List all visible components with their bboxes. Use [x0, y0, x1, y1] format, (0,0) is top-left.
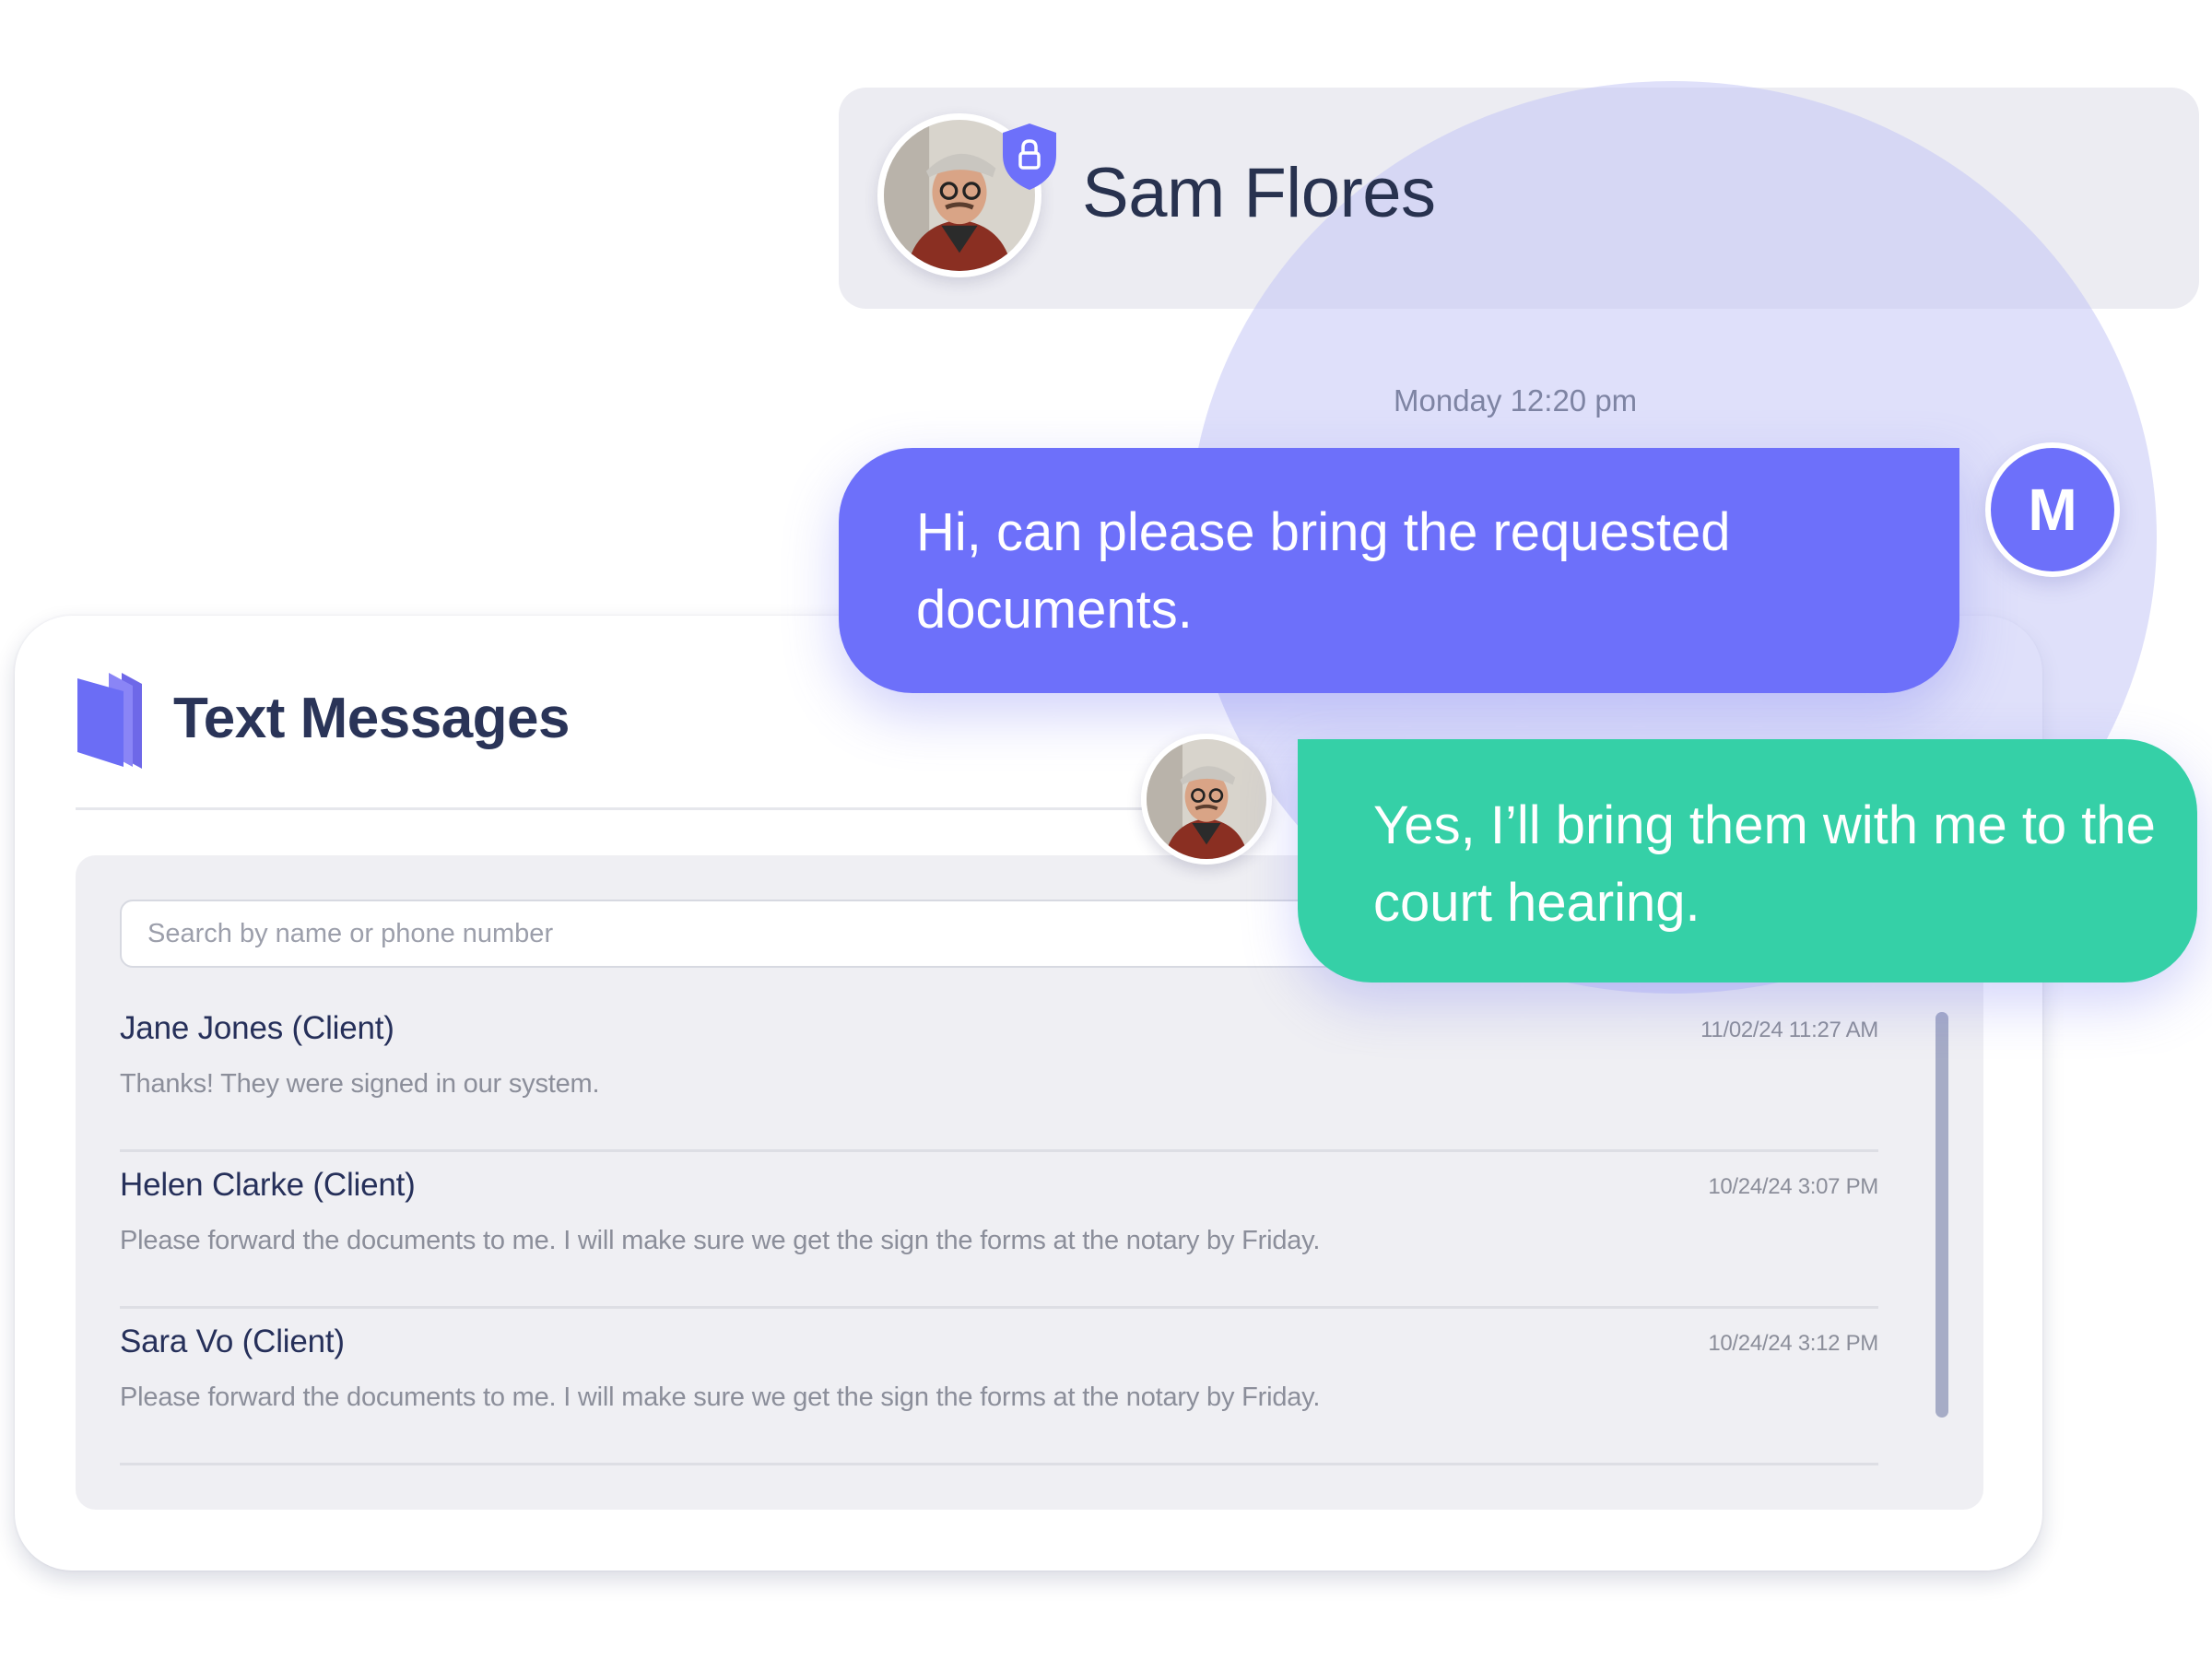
contact-name: Jane Jones (Client)	[120, 1010, 394, 1046]
message-preview: Thanks! They were signed in our system.	[120, 1069, 600, 1099]
list-item[interactable]: Helen Clarke (Client) 10/24/24 3:07 PM P…	[120, 1152, 1878, 1309]
contact-name: Sara Vo (Client)	[120, 1324, 345, 1359]
scrollbar[interactable]	[1936, 1012, 1948, 1418]
message-preview: Please forward the documents to me. I wi…	[120, 1226, 1321, 1255]
user-avatar[interactable]: M	[1985, 442, 2120, 577]
stacked-pages-logo	[77, 673, 142, 769]
list-item[interactable]: Jane Jones (Client) 11/02/24 11:27 AM Th…	[120, 995, 1878, 1152]
message-time: 10/24/24 3:12 PM	[1708, 1331, 1878, 1356]
incoming-message-bubble: Yes, I’ll bring them with me to the cour…	[1298, 739, 2197, 982]
outgoing-message-text: Hi, can please bring the requested docum…	[916, 502, 1731, 640]
search-input[interactable]	[120, 900, 1410, 968]
list-item[interactable]: Sara Vo (Client) 10/24/24 3:12 PM Please…	[120, 1309, 1878, 1465]
shield-lock-icon	[1003, 124, 1056, 190]
message-preview: Please forward the documents to me. I wi…	[120, 1382, 1321, 1412]
conversation-list: Jane Jones (Client) 11/02/24 11:27 AM Th…	[120, 995, 1878, 1465]
incoming-message-text: Yes, I’ll bring them with me to the cour…	[1373, 795, 2156, 933]
stage: Text Messages Jane Jones (Client) 11/02/…	[0, 0, 2212, 1659]
outgoing-message-bubble: Hi, can please bring the requested docum…	[839, 448, 1959, 693]
message-time: 10/24/24 3:07 PM	[1708, 1174, 1878, 1199]
user-initial: M	[2028, 477, 2077, 543]
contact-avatar-small	[1141, 734, 1272, 865]
message-time: 11/02/24 11:27 AM	[1700, 1018, 1878, 1042]
contact-name: Helen Clarke (Client)	[120, 1167, 416, 1203]
avatar-photo	[1147, 739, 1266, 859]
page-title: Text Messages	[173, 687, 571, 750]
chat-timestamp: Monday 12:20 pm	[1394, 383, 1638, 418]
chat-contact-name: Sam Flores	[1082, 154, 1436, 232]
divider	[76, 807, 1182, 810]
